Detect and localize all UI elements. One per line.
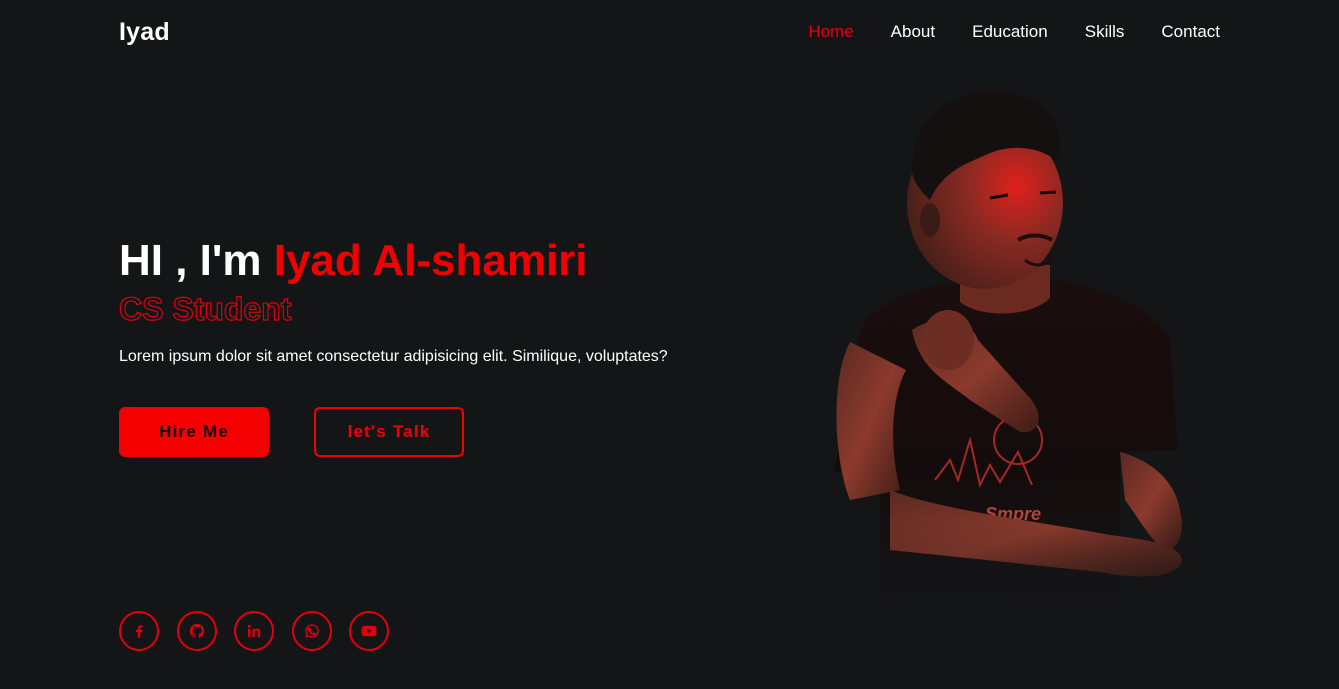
hire-me-button[interactable]: Hire Me (119, 407, 269, 457)
hero-role: CS Student (118, 290, 292, 327)
youtube-icon (361, 625, 377, 637)
youtube-link[interactable] (349, 611, 389, 651)
site-logo[interactable]: Iyad (119, 18, 170, 47)
hero-name: Iyad Al-shamiri (273, 236, 588, 285)
github-link[interactable] (176, 611, 217, 651)
main-nav: Home About Education Skills Contact (808, 22, 1220, 42)
nav-education[interactable]: Education (972, 22, 1048, 42)
linkedin-icon (247, 624, 261, 637)
hero-intro: Lorem ipsum dolor sit amet consectetur a… (119, 348, 668, 365)
whatsapp-icon (304, 624, 319, 638)
linkedin-link[interactable] (234, 611, 274, 651)
nav-home[interactable]: Home (808, 22, 853, 42)
lets-talk-button[interactable]: let's Talk (314, 407, 464, 457)
hero-heading: HI , I'm Iyad Al-shamiri (119, 236, 588, 286)
nav-contact[interactable]: Contact (1161, 22, 1220, 42)
facebook-icon (135, 625, 143, 638)
whatsapp-link[interactable] (291, 611, 332, 651)
nav-skills[interactable]: Skills (1085, 22, 1125, 42)
nav-about[interactable]: About (891, 22, 935, 42)
home-page: Iyad Home About Education Skills Contact… (0, 0, 1339, 689)
profile-photo: Smpre (820, 91, 1200, 689)
github-icon (189, 623, 204, 638)
social-links (119, 611, 407, 651)
facebook-link[interactable] (119, 611, 159, 651)
greeting-text: HI , I'm (119, 236, 274, 285)
